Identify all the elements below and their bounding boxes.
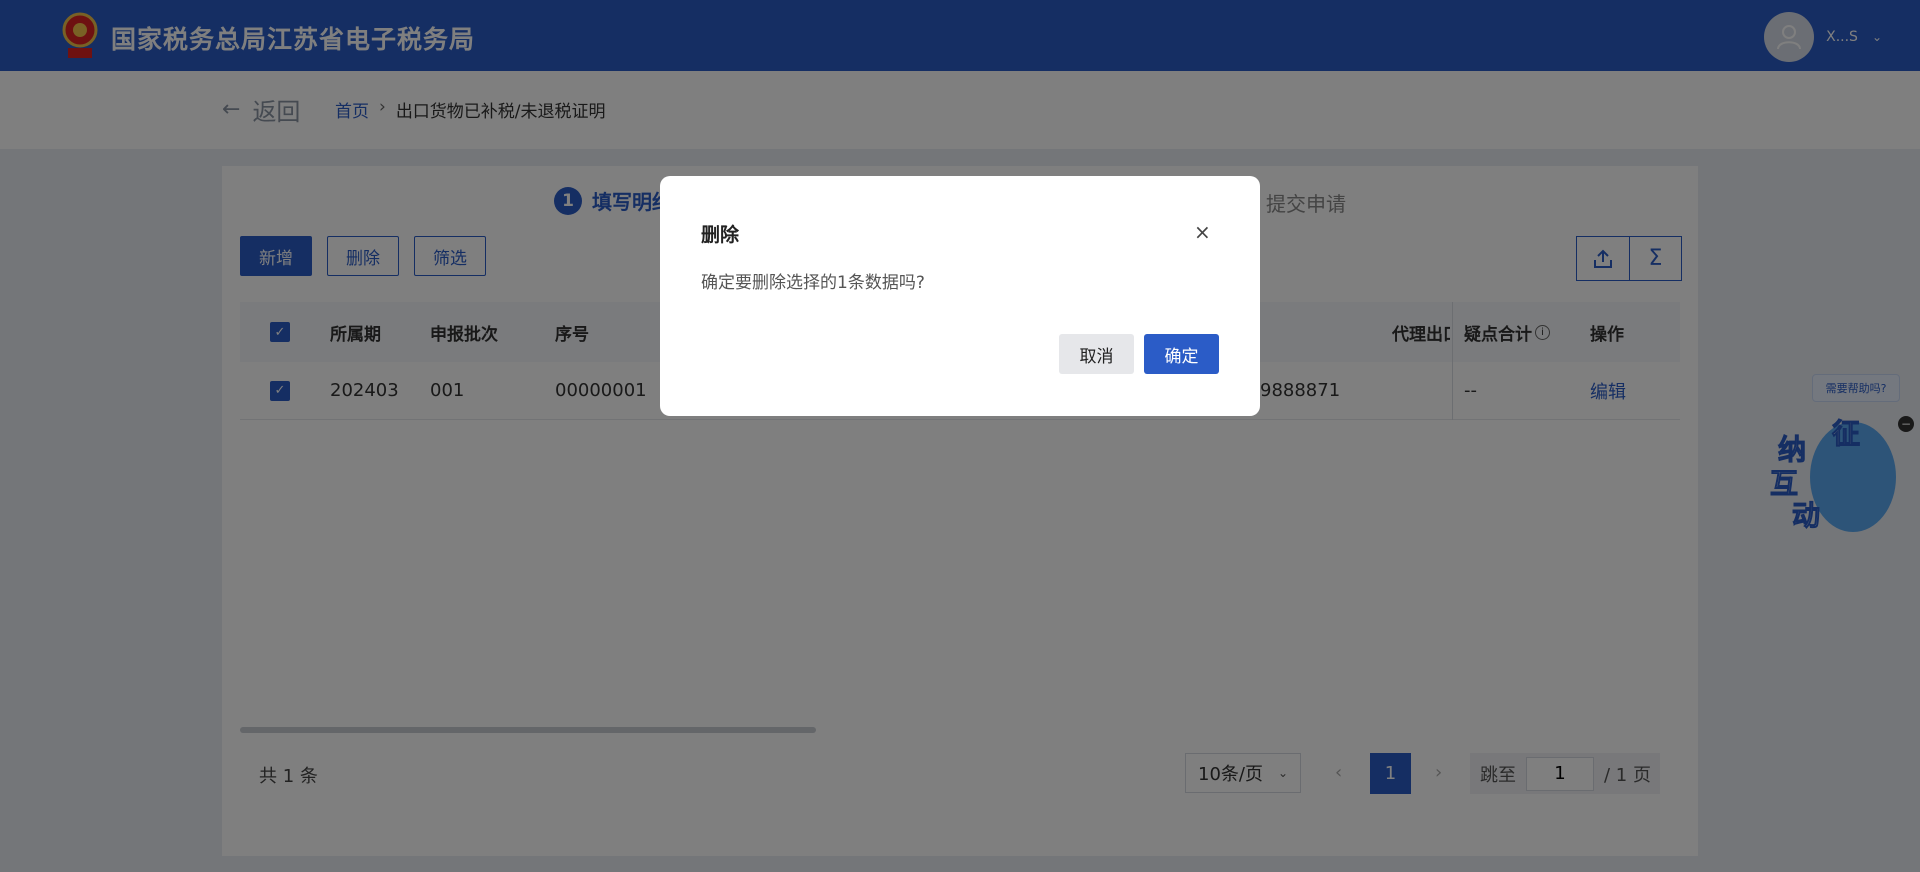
app-root: 国家税务总局江苏省电子税务局 X...S ⌄ ← 返回 首页 › 出口货物已补税…: [0, 0, 1920, 872]
dialog-message: 确定要删除选择的1条数据吗?: [701, 273, 925, 293]
modal-mask[interactable]: [0, 0, 1920, 872]
confirm-button[interactable]: 确定: [1144, 334, 1219, 374]
cancel-button[interactable]: 取消: [1059, 334, 1134, 374]
close-icon[interactable]: ×: [1194, 220, 1211, 244]
dialog-title: 删除: [701, 224, 740, 246]
delete-confirm-dialog: 删除 × 确定要删除选择的1条数据吗? 取消 确定: [660, 176, 1260, 416]
